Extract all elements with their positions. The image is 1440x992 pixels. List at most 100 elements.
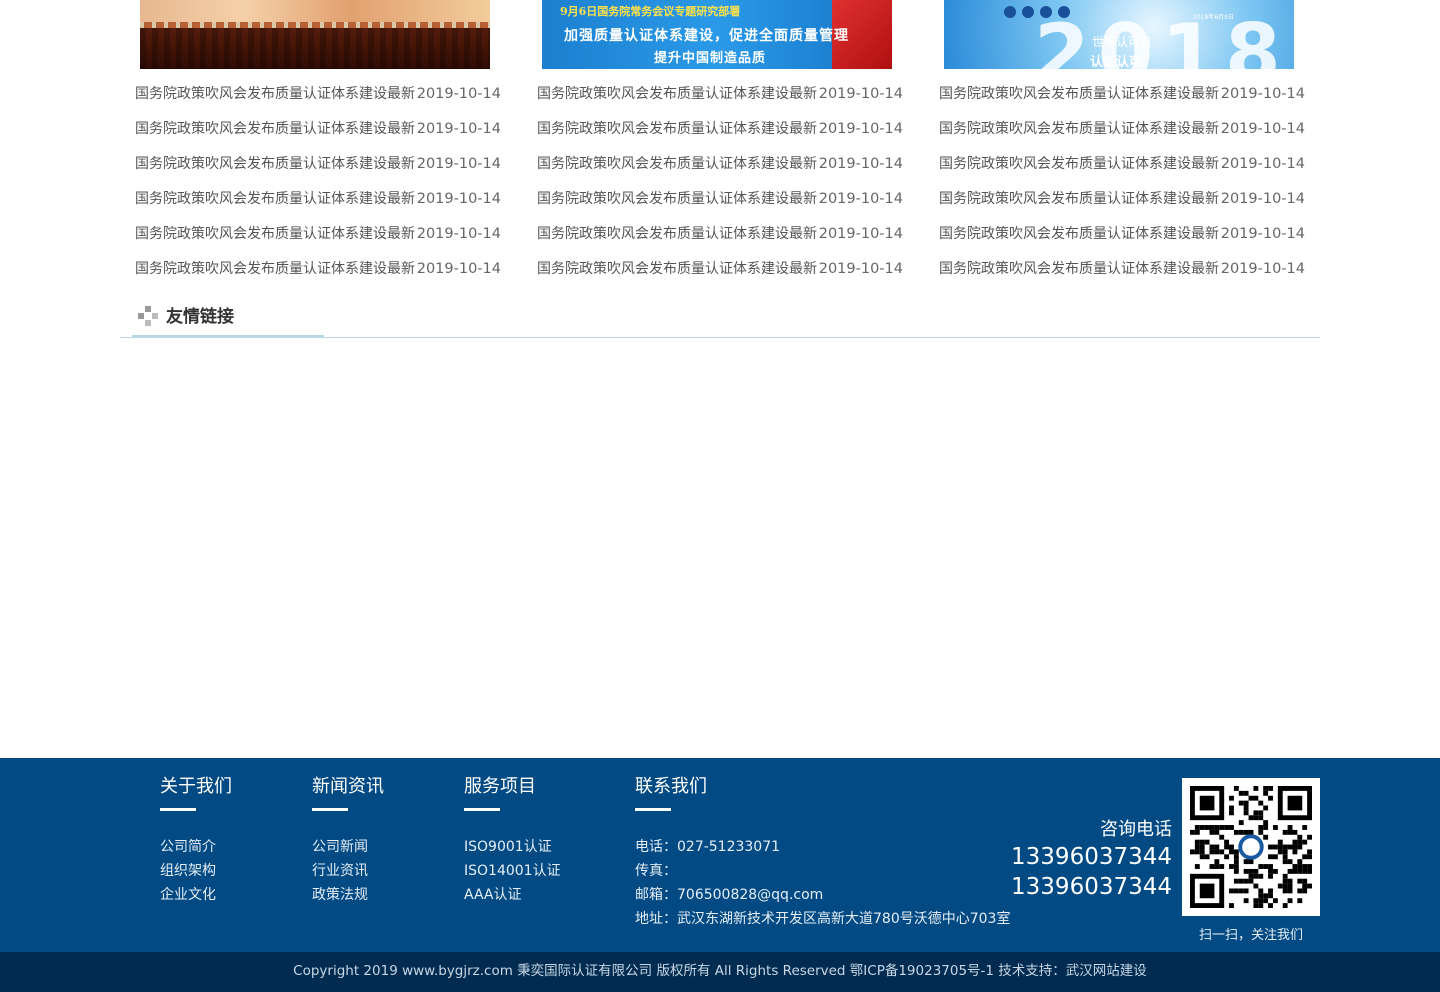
news-item[interactable]: 国务院政策吹风会发布质量认证体系建设最新 2019-10-14 bbox=[939, 112, 1305, 147]
news-item[interactable]: 国务院政策吹风会发布质量认证体系建设最新 2019-10-14 bbox=[939, 77, 1305, 112]
news-item[interactable]: 国务院政策吹风会发布质量认证体系建设最新 2019-10-14 bbox=[135, 252, 501, 287]
news-item-date: 2019-10-14 bbox=[1220, 86, 1305, 102]
news-item[interactable]: 国务院政策吹风会发布质量认证体系建设最新 2019-10-14 bbox=[135, 112, 501, 147]
news-item[interactable]: 国务院政策吹风会发布质量认证体系建设最新 2019-10-14 bbox=[939, 217, 1305, 252]
contact-address: 地址：武汉东湖新技术开发区高新大道780号沃德中心703室 bbox=[635, 911, 1011, 927]
news-item-title[interactable]: 国务院政策吹风会发布质量认证体系建设最新 bbox=[939, 217, 1219, 252]
news-item[interactable]: 国务院政策吹风会发布质量认证体系建设最新 2019-10-14 bbox=[135, 217, 501, 252]
news-item-title[interactable]: 国务院政策吹风会发布质量认证体系建设最新 bbox=[135, 147, 415, 182]
qr-caption: 扫一扫，关注我们 bbox=[1198, 928, 1303, 943]
news-item-title[interactable]: 国务院政策吹风会发布质量认证体系建设最新 bbox=[939, 77, 1219, 112]
footer-link[interactable]: 组织架构 bbox=[160, 859, 232, 883]
poster-date: 2018年6月9日 bbox=[1193, 14, 1234, 21]
footer-divider bbox=[312, 808, 348, 811]
footer-divider bbox=[160, 808, 196, 811]
copyright-bar: Copyright 2019 www.bygjrz.com 秉奕国际认证有限公司… bbox=[0, 952, 1440, 992]
news-item-date: 2019-10-14 bbox=[818, 121, 903, 137]
news-item-title[interactable]: 国务院政策吹风会发布质量认证体系建设最新 bbox=[537, 217, 817, 252]
news-item[interactable]: 国务院政策吹风会发布质量认证体系建设最新 2019-10-14 bbox=[537, 252, 903, 287]
contact-email[interactable]: 邮箱：706500828@qq.com bbox=[635, 883, 1010, 907]
news-item[interactable]: 国务院政策吹风会发布质量认证体系建设最新 2019-10-14 bbox=[537, 147, 903, 182]
news-image-banner[interactable]: 9月6日国务院常务会议专题研究部署 加强质量认证体系建设，促进全面质量管理 提升… bbox=[542, 0, 892, 69]
news-item[interactable]: 国务院政策吹风会发布质量认证体系建设最新 2019-10-14 bbox=[135, 77, 501, 112]
news-item-title[interactable]: 国务院政策吹风会发布质量认证体系建设最新 bbox=[939, 182, 1219, 217]
consult-tel: 13396037344 bbox=[1011, 874, 1172, 900]
footer-services-title[interactable]: 服务项目 bbox=[464, 772, 561, 798]
news-list: 国务院政策吹风会发布质量认证体系建设最新 2019-10-14 国务院政策吹风会发布… bbox=[939, 77, 1305, 287]
footer-link[interactable]: 公司简介 bbox=[160, 835, 232, 859]
footer-contact-title[interactable]: 联系我们 bbox=[635, 772, 1010, 798]
news-item-date: 2019-10-14 bbox=[818, 191, 903, 207]
news-item-title[interactable]: 国务院政策吹风会发布质量认证体系建设最新 bbox=[135, 252, 415, 287]
news-item-title[interactable]: 国务院政策吹风会发布质量认证体系建设最新 bbox=[537, 112, 817, 147]
news-item-title[interactable]: 国务院政策吹风会发布质量认证体系建设最新 bbox=[537, 147, 817, 182]
news-item-title[interactable]: 国务院政策吹风会发布质量认证体系建设最新 bbox=[135, 77, 415, 112]
footer-link[interactable]: 行业资讯 bbox=[312, 859, 384, 883]
news-item-title[interactable]: 国务院政策吹风会发布质量认证体系建设最新 bbox=[135, 217, 415, 252]
news-image-meeting[interactable] bbox=[140, 0, 490, 69]
news-item[interactable]: 国务院政策吹风会发布质量认证体系建设最新 2019-10-14 bbox=[135, 182, 501, 217]
news-item-title[interactable]: 国务院政策吹风会发布质量认证体系建设最新 bbox=[537, 252, 817, 287]
consult-label: 咨询电话 bbox=[1100, 819, 1172, 840]
news-item-title[interactable]: 国务院政策吹风会发布质量认证体系建设最新 bbox=[939, 147, 1219, 182]
news-item[interactable]: 国务院政策吹风会发布质量认证体系建设最新 2019-10-14 bbox=[135, 147, 501, 182]
footer-news-title[interactable]: 新闻资讯 bbox=[312, 772, 384, 798]
news-item[interactable]: 国务院政策吹风会发布质量认证体系建设最新 2019-10-14 bbox=[537, 112, 903, 147]
footer-link[interactable]: 企业文化 bbox=[160, 883, 232, 907]
footer-link[interactable]: ISO9001认证 bbox=[464, 835, 561, 859]
poster-year: 2018 bbox=[1034, 7, 1289, 70]
footer-news: 新闻资讯 公司新闻 行业资讯 政策法规 bbox=[312, 772, 384, 907]
news-item-date: 2019-10-14 bbox=[1220, 226, 1305, 242]
footer-about-title[interactable]: 关于我们 bbox=[160, 772, 232, 798]
banner-line1: 9月6日国务院常务会议专题研究部署 bbox=[560, 5, 741, 18]
news-item-date: 2019-10-14 bbox=[818, 226, 903, 242]
news-item[interactable]: 国务院政策吹风会发布质量认证体系建设最新 2019-10-14 bbox=[537, 77, 903, 112]
footer-link[interactable]: ISO14001认证 bbox=[464, 859, 561, 883]
friend-links-title: 友情链接 bbox=[166, 307, 234, 327]
news-item-title[interactable]: 国务院政策吹风会发布质量认证体系建设最新 bbox=[537, 182, 817, 217]
footer-link[interactable]: 公司新闻 bbox=[312, 835, 384, 859]
news-item-title[interactable]: 国务院政策吹风会发布质量认证体系建设最新 bbox=[135, 112, 415, 147]
news-item-date: 2019-10-14 bbox=[1220, 191, 1305, 207]
news-item-title[interactable]: 国务院政策吹风会发布质量认证体系建设最新 bbox=[135, 182, 415, 217]
news-item-date: 2019-10-14 bbox=[818, 156, 903, 172]
news-item-date: 2019-10-14 bbox=[1220, 261, 1305, 277]
poster-title: 世界认可日 bbox=[1092, 35, 1153, 49]
poster-subtitle: 认证认可 bbox=[1090, 55, 1143, 69]
contact-fax: 传真： bbox=[635, 863, 677, 879]
footer-about: 关于我们 公司简介 组织架构 企业文化 bbox=[160, 772, 232, 907]
news-item[interactable]: 国务院政策吹风会发布质量认证体系建设最新 2019-10-14 bbox=[939, 147, 1305, 182]
news-item-date: 2019-10-14 bbox=[416, 86, 501, 102]
news-item-date: 2019-10-14 bbox=[416, 156, 501, 172]
qr-code-icon bbox=[1190, 786, 1312, 908]
footer-link[interactable]: 政策法规 bbox=[312, 883, 384, 907]
news-list: 国务院政策吹风会发布质量认证体系建设最新 2019-10-14 国务院政策吹风会发布… bbox=[537, 77, 903, 287]
footer-link[interactable]: AAA认证 bbox=[464, 883, 561, 907]
news-item-date: 2019-10-14 bbox=[1220, 121, 1305, 137]
footer-contact: 联系我们 电话：027-51233071 传真： 邮箱：706500828@qq… bbox=[635, 772, 1010, 931]
news-item-date: 2019-10-14 bbox=[416, 261, 501, 277]
footer-divider bbox=[635, 808, 671, 811]
news-item-date: 2019-10-14 bbox=[818, 261, 903, 277]
friend-links-section: 友情链接 bbox=[120, 296, 1320, 338]
news-item-title[interactable]: 国务院政策吹风会发布质量认证体系建设最新 bbox=[939, 252, 1219, 287]
consult-hotline: 咨询电话 13396037344 13396037344 bbox=[1011, 818, 1172, 902]
friend-links-header: 友情链接 bbox=[132, 296, 324, 337]
news-item-date: 2019-10-14 bbox=[818, 86, 903, 102]
qr-code bbox=[1182, 778, 1320, 916]
news-item[interactable]: 国务院政策吹风会发布质量认证体系建设最新 2019-10-14 bbox=[939, 182, 1305, 217]
news-item-title[interactable]: 国务院政策吹风会发布质量认证体系建设最新 bbox=[537, 77, 817, 112]
news-list: 国务院政策吹风会发布质量认证体系建设最新 2019-10-14 国务院政策吹风会发布… bbox=[135, 77, 501, 287]
news-item[interactable]: 国务院政策吹风会发布质量认证体系建设最新 2019-10-14 bbox=[537, 182, 903, 217]
news-item-title[interactable]: 国务院政策吹风会发布质量认证体系建设最新 bbox=[939, 112, 1219, 147]
news-column-3: 2018 世界认可日 认证认可 2018年6月9日 国务院政策吹风会发布质量认证… bbox=[939, 0, 1305, 287]
news-item[interactable]: 国务院政策吹风会发布质量认证体系建设最新 2019-10-14 bbox=[537, 217, 903, 252]
banner-line2: 加强质量认证体系建设，促进全面质量管理 bbox=[564, 28, 849, 44]
news-item-date: 2019-10-14 bbox=[416, 121, 501, 137]
news-image-accreditation[interactable]: 2018 世界认可日 认证认可 2018年6月9日 bbox=[944, 0, 1294, 69]
news-column-2: 9月6日国务院常务会议专题研究部署 加强质量认证体系建设，促进全面质量管理 提升… bbox=[537, 0, 903, 287]
contact-phone: 电话：027-51233071 bbox=[635, 839, 781, 855]
puzzle-icon bbox=[138, 306, 158, 326]
news-item[interactable]: 国务院政策吹风会发布质量认证体系建设最新 2019-10-14 bbox=[939, 252, 1305, 287]
news-item-date: 2019-10-14 bbox=[416, 191, 501, 207]
